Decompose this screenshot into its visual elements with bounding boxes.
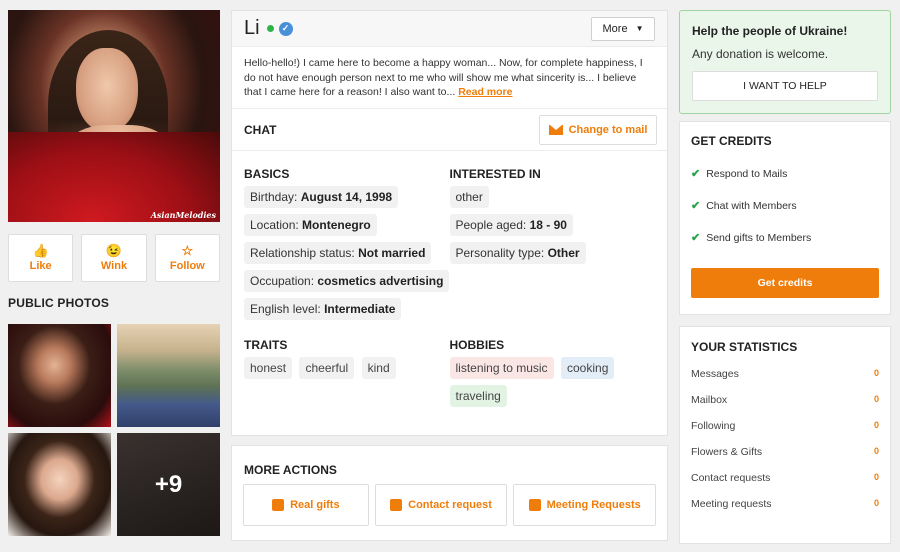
basics-occupation: Occupation: cosmetics advertising	[244, 270, 450, 292]
stat-row[interactable]: Messages 0	[691, 368, 879, 380]
meeting-requests-label: Meeting Requests	[546, 499, 641, 511]
more-label: More	[602, 22, 628, 35]
public-photo[interactable]	[8, 433, 111, 536]
basics-section: BASICS Birthday: August 14, 1998 Locatio…	[244, 151, 450, 326]
hobbies-title: HOBBIES	[449, 338, 505, 352]
credits-benefit: ✔ Respond to Mails	[691, 167, 788, 181]
more-actions-card: MORE ACTIONS Real gifts Contact request …	[231, 445, 668, 541]
contact-request-label: Contact request	[408, 499, 492, 511]
basics-english: English level: Intermediate	[244, 298, 402, 320]
hobbies-section: HOBBIES listening to music cooking trave…	[449, 326, 656, 413]
follow-button[interactable]: ☆ Follow	[154, 234, 220, 282]
main-profile-photo[interactable]: AsianMelodies	[8, 10, 220, 222]
real-gifts-label: Real gifts	[290, 499, 340, 511]
contact-icon	[390, 499, 403, 511]
credits-benefit: ✔ Chat with Members	[691, 199, 797, 213]
statistics-title: YOUR STATISTICS	[691, 340, 798, 354]
photo-face	[76, 48, 138, 132]
public-photo[interactable]	[8, 324, 111, 427]
about-text: Hello-hello!) I came here to become a ha…	[232, 47, 667, 109]
more-photos-tile[interactable]: +9	[117, 433, 220, 536]
get-credits-button[interactable]: Get credits	[691, 268, 879, 298]
profile-card: Li ✓ More ▼ Hello-hello!) I came here to…	[231, 10, 668, 436]
public-photo[interactable]	[117, 324, 220, 427]
wink-icon: 😉	[105, 243, 123, 258]
interested-personality: Personality type: Other	[449, 242, 586, 264]
more-photos-count: +9	[154, 470, 183, 498]
stat-row[interactable]: Meeting requests 0	[691, 498, 879, 510]
chat-row: CHAT Change to mail	[232, 109, 667, 151]
more-actions-row: Real gifts Contact request Meeting Reque…	[232, 477, 667, 526]
more-actions-title: MORE ACTIONS	[244, 463, 337, 477]
interested-age: People aged: 18 - 90	[449, 214, 573, 236]
stat-row[interactable]: Mailbox 0	[691, 394, 879, 406]
ukraine-card: Help the people of Ukraine! Any donation…	[679, 10, 891, 114]
interested-title: INTERESTED IN	[449, 167, 541, 181]
stat-row[interactable]: Flowers & Gifts 0	[691, 446, 879, 458]
photo-watermark: AsianMelodies	[150, 210, 216, 220]
check-icon: ✔	[691, 232, 701, 244]
interested-section: INTERESTED IN other People aged: 18 - 90…	[449, 151, 656, 326]
basics-birthday: Birthday: August 14, 1998	[244, 186, 399, 208]
more-dropdown[interactable]: More ▼	[591, 16, 655, 41]
coffee-icon	[528, 499, 541, 511]
online-indicator	[266, 25, 274, 32]
credits-title: GET CREDITS	[691, 134, 772, 148]
ukraine-text: Any donation is welcome.	[692, 47, 829, 61]
like-button[interactable]: 👍 Like	[8, 234, 74, 282]
meeting-requests-button[interactable]: Meeting Requests	[513, 484, 656, 526]
left-column: AsianMelodies 👍 Like 😉 Wink ☆ Follow PUB…	[8, 10, 220, 536]
real-gifts-button[interactable]: Real gifts	[243, 484, 369, 526]
traits-title: TRAITS	[244, 338, 288, 352]
ukraine-title: Help the people of Ukraine!	[692, 24, 848, 38]
trait-tag: honest	[244, 357, 293, 379]
thumbs-up-icon: 👍	[32, 243, 49, 258]
gift-icon	[272, 499, 285, 511]
stat-row[interactable]: Contact requests 0	[691, 472, 879, 484]
credits-card: GET CREDITS ✔ Respond to Mails ✔ Chat with…	[679, 121, 891, 315]
wink-label: Wink	[100, 260, 128, 272]
change-to-mail-label: Change to mail	[568, 123, 648, 136]
profile-actions: 👍 Like 😉 Wink ☆ Follow	[8, 234, 220, 282]
public-photos-title: PUBLIC PHOTOS	[8, 296, 110, 310]
caret-down-icon: ▼	[635, 24, 644, 33]
mail-icon	[548, 124, 563, 135]
contact-request-button[interactable]: Contact request	[374, 484, 508, 526]
profile-name: Li	[244, 17, 260, 39]
wink-button[interactable]: 😉 Wink	[81, 234, 147, 282]
traits-section: TRAITS honest cheerful kind	[244, 326, 450, 413]
chat-label: CHAT	[244, 122, 277, 137]
change-to-mail-button[interactable]: Change to mail	[539, 114, 657, 145]
trait-tag: kind	[361, 357, 396, 379]
photo-dress	[8, 132, 220, 222]
basics-title: BASICS	[244, 167, 290, 181]
basics-relationship: Relationship status: Not married	[244, 242, 432, 264]
hobby-tag: traveling	[449, 385, 507, 407]
about-body: Hello-hello!) I came here to become a ha…	[244, 57, 643, 98]
read-more-link[interactable]: Read more	[458, 86, 512, 98]
verified-icon: ✓	[278, 21, 293, 36]
hobby-tag: listening to music	[449, 357, 554, 379]
stat-row[interactable]: Following 0	[691, 420, 879, 432]
trait-tag: cheerful	[299, 357, 355, 379]
star-icon: ☆	[181, 243, 194, 258]
hobby-tag: cooking	[561, 357, 615, 379]
interested-gender: other	[449, 186, 489, 208]
check-icon: ✔	[691, 200, 701, 212]
statistics-card: YOUR STATISTICS Messages 0 Mailbox 0 Follo…	[679, 326, 891, 544]
help-button[interactable]: I WANT TO HELP	[692, 71, 878, 101]
check-icon: ✔	[691, 168, 701, 180]
follow-label: Follow	[169, 260, 205, 272]
profile-header: Li ✓ More ▼	[232, 11, 667, 47]
public-photos-grid: +9	[8, 324, 220, 536]
details-bottom: TRAITS honest cheerful kind HOBBIES list…	[232, 326, 667, 413]
credits-benefit: ✔ Send gifts to Members	[691, 231, 812, 245]
details-top: BASICS Birthday: August 14, 1998 Locatio…	[232, 151, 667, 326]
basics-location: Location: Montenegro	[244, 214, 377, 236]
like-label: Like	[29, 260, 52, 272]
